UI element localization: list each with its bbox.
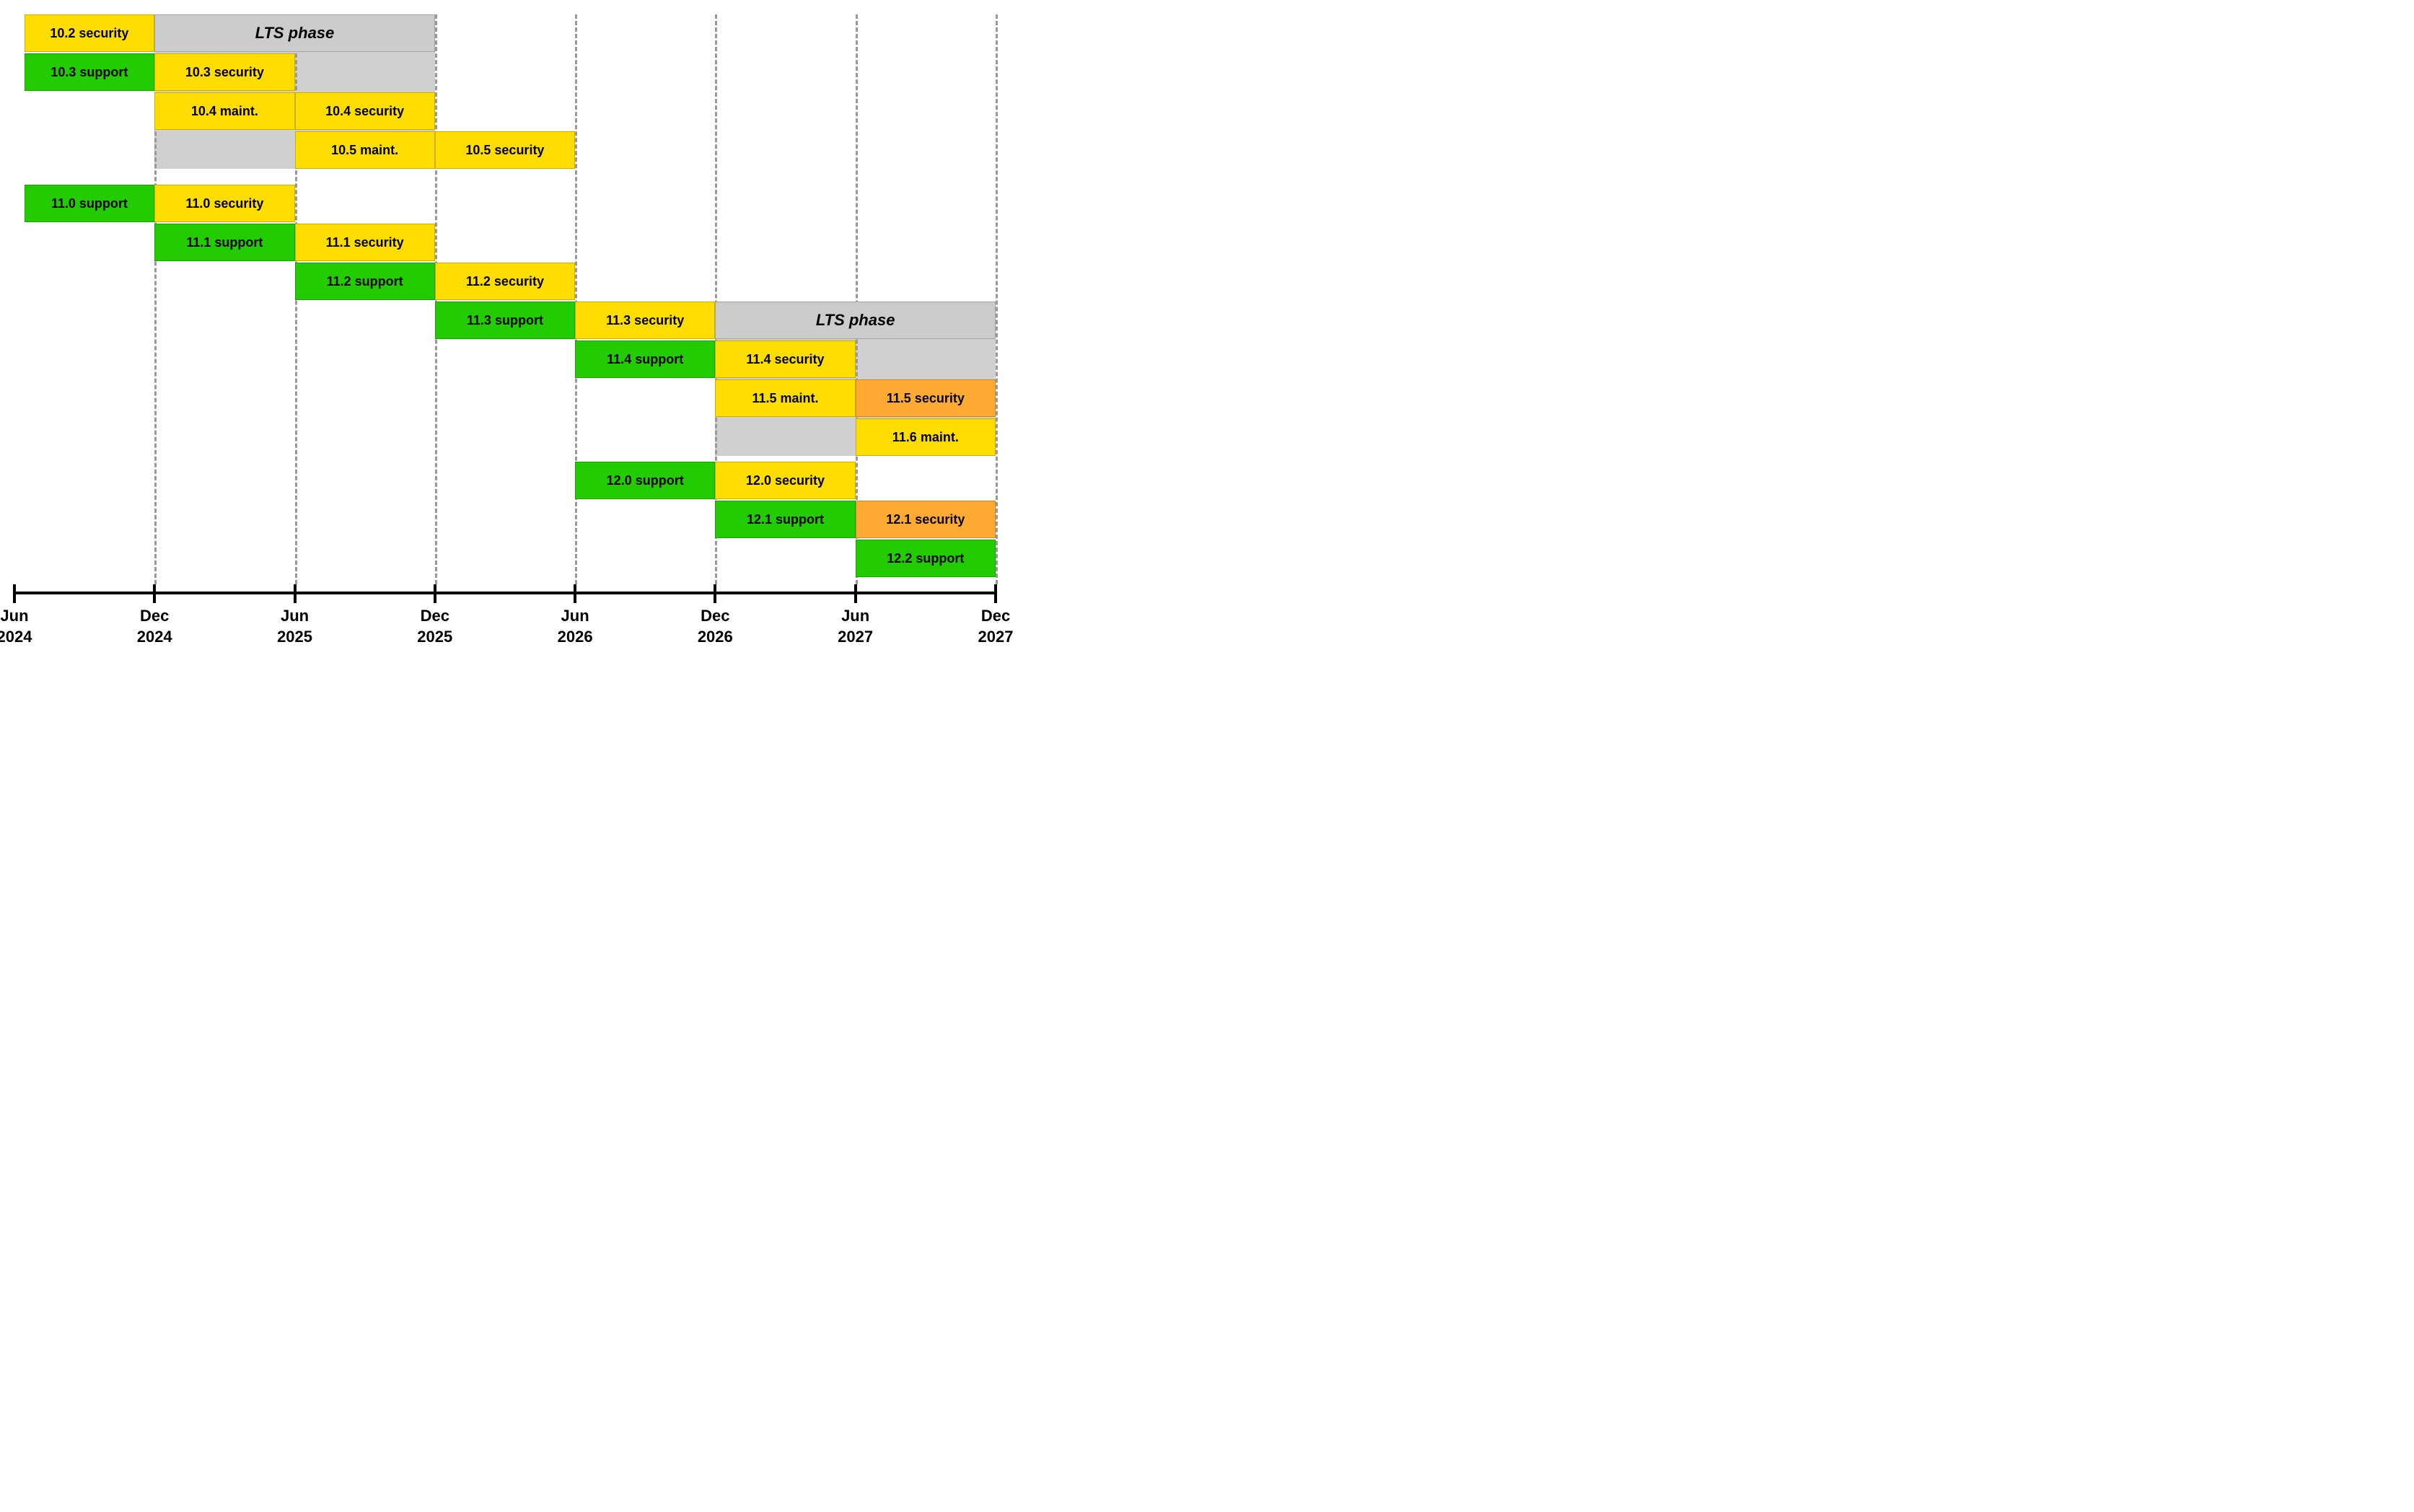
bar-label: 10.3 security: [185, 65, 264, 80]
tick-0: [13, 584, 16, 603]
tick-label-0: Jun2024: [0, 606, 32, 647]
bar-label: 10.5 maint.: [331, 143, 398, 158]
bar-11.5-maint.-19: 11.5 maint.: [715, 379, 855, 417]
tick-label-7: Dec2027: [978, 606, 1014, 647]
bar-10.4-security-5: 10.4 security: [295, 92, 435, 130]
bar-label: 11.3 security: [606, 313, 684, 328]
tick-label-2: Jun2025: [277, 606, 312, 647]
bar-label: 12.0 support: [607, 473, 684, 488]
vline-0: [14, 14, 16, 584]
bar-label: 11.4 security: [746, 352, 824, 367]
bar-label: 11.5 maint.: [752, 391, 818, 406]
bar-label: 10.2 security: [50, 26, 128, 41]
bar-label: 11.3 support: [467, 313, 543, 328]
tick-7: [994, 584, 997, 603]
bar-label: 12.1 security: [886, 512, 965, 527]
bar-10.5-security-7: 10.5 security: [435, 131, 575, 169]
bar-label: 10.4 maint.: [191, 104, 258, 119]
bar-11.0-security-9: 11.0 security: [154, 185, 294, 222]
tick-label-5: Dec2026: [698, 606, 733, 647]
tick-label-3: Dec2025: [417, 606, 452, 647]
bar-label: 12.1 support: [747, 512, 824, 527]
bar-11.6-maint.-21: 11.6 maint.: [856, 418, 996, 456]
bar-11.5-security-20: 11.5 security: [856, 379, 996, 417]
bar-11.1-support-10: 11.1 support: [154, 224, 294, 261]
tick-label-4: Jun2026: [558, 606, 593, 647]
bar-12.0-support-22: 12.0 support: [575, 462, 715, 499]
bar-label: 11.4 support: [607, 352, 683, 367]
timeline-axis: Jun2024Dec2024Jun2025Dec2025Jun2026Dec20…: [14, 584, 996, 642]
bar-label: 11.0 support: [51, 196, 128, 211]
bar-12.1-support-24: 12.1 support: [715, 501, 855, 538]
bar-label: 11.5 security: [887, 391, 965, 406]
bar-label: 11.6 maint.: [892, 430, 959, 445]
bar-12.2-support-26: 12.2 support: [856, 540, 996, 577]
bar-10.4-maint.-4: 10.4 maint.: [154, 92, 294, 130]
tick-label-6: Jun2027: [838, 606, 873, 647]
bar-label: 11.2 support: [327, 274, 403, 289]
bar-11.2-support-12: 11.2 support: [295, 263, 435, 300]
timeline-line: [14, 592, 996, 594]
bar-11.0-support-8: 11.0 support: [25, 185, 155, 222]
bar-label: 10.3 support: [51, 65, 128, 80]
bar-label: 10.5 security: [465, 143, 544, 158]
bar-label: 12.0 security: [746, 473, 825, 488]
vline-6: [856, 14, 858, 584]
bar-11.3-security-15: 11.3 security: [575, 302, 715, 339]
bar-label: 11.0 security: [185, 196, 263, 211]
tick-5: [714, 584, 716, 603]
bar-12.0-security-23: 12.0 security: [715, 462, 855, 499]
tick-label-1: Dec2024: [137, 606, 172, 647]
bar-lts-phase-1: LTS phase: [154, 14, 435, 52]
tick-4: [574, 584, 576, 603]
bar-11.4-security-18: 11.4 security: [715, 340, 855, 378]
tick-1: [153, 584, 156, 603]
bar-11.2-security-13: 11.2 security: [435, 263, 575, 300]
bar-label: LTS phase: [816, 311, 895, 330]
tick-3: [434, 584, 436, 603]
bar-label: 11.2 security: [466, 274, 544, 289]
chart-container: 10.2 security LTS phase 10.3 support 10.3 s…: [0, 0, 1010, 714]
tick-6: [854, 584, 857, 603]
bar-11.3-support-14: 11.3 support: [435, 302, 575, 339]
bar-11.1-security-11: 11.1 security: [295, 224, 435, 261]
bar-10.3-support-2: 10.3 support: [25, 53, 155, 91]
gantt-area: 10.2 security LTS phase 10.3 support 10.3 s…: [14, 14, 996, 584]
bar-10.5-maint.-6: 10.5 maint.: [295, 131, 435, 169]
bar-label: LTS phase: [255, 24, 335, 43]
bar-10.2-security-0: 10.2 security: [25, 14, 155, 52]
bar-label: 11.1 support: [186, 235, 263, 250]
bar-10.3-security-3: 10.3 security: [154, 53, 294, 91]
bar-12.1-security-25: 12.1 security: [856, 501, 996, 538]
bar-11.4-support-17: 11.4 support: [575, 340, 715, 378]
bar-label: 11.1 security: [326, 235, 404, 250]
bar-label: 10.4 security: [325, 104, 404, 119]
bar-lts-phase-16: LTS phase: [715, 302, 996, 339]
vline-7: [996, 14, 998, 584]
tick-2: [294, 584, 297, 603]
bar-label: 12.2 support: [887, 551, 964, 566]
